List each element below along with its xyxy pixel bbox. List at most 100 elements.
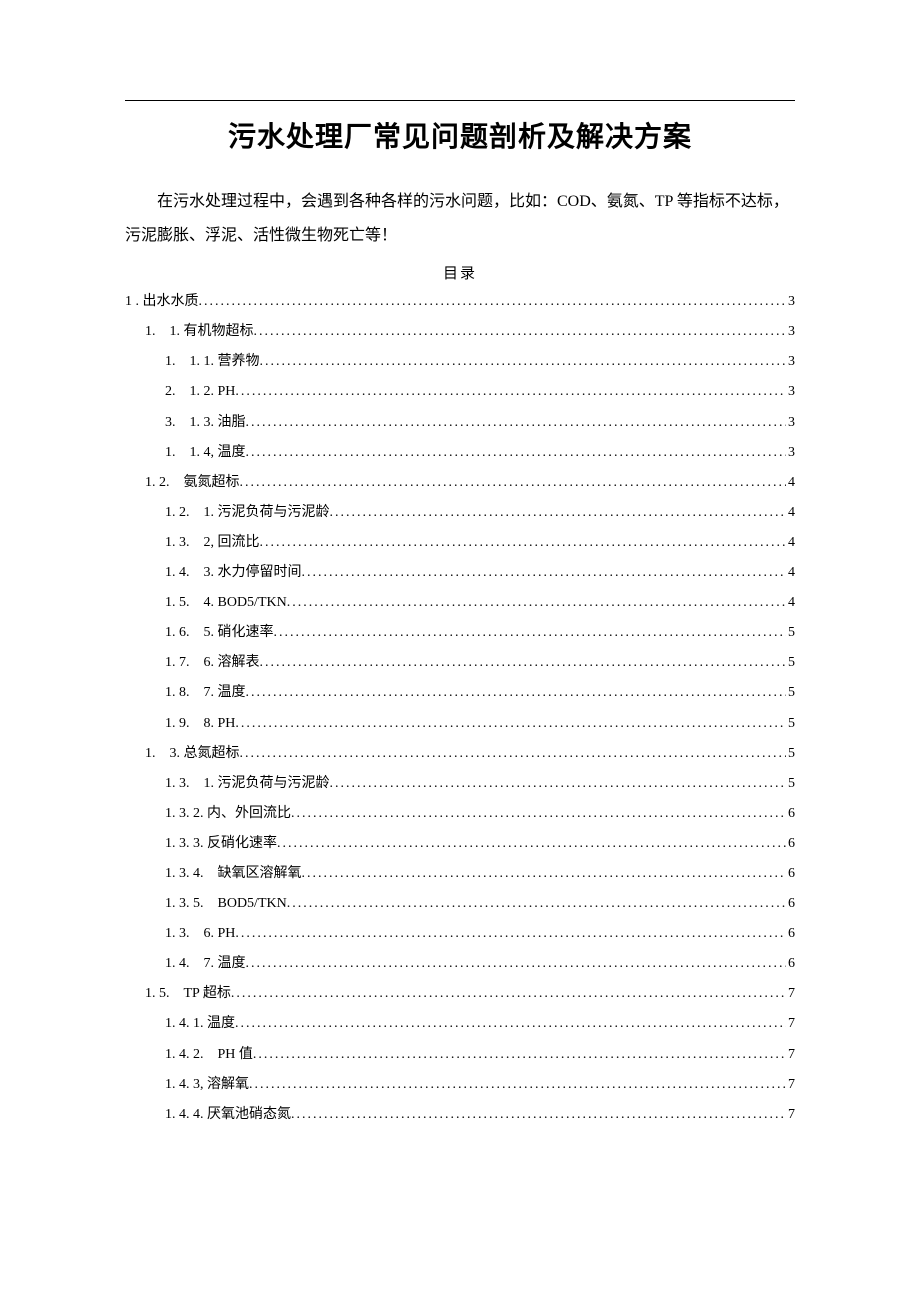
toc-entry: 1. 1. 1. 营养物 3 (125, 347, 795, 377)
toc-entry: 1. 3. 1. 污泥负荷与污泥龄 5 (125, 769, 795, 799)
toc-entry: 1. 4. 3, 溶解氧 7 (125, 1070, 795, 1100)
toc-entry-label: 1. 3. 6. PH (125, 919, 235, 949)
toc-entry-label: 1. 4. 1. 温度 (125, 1009, 235, 1039)
toc-entry-label: 1. 5. 4. BOD5/TKN (125, 588, 287, 618)
toc-entry-page: 4 (786, 498, 795, 528)
toc-entry-page: 5 (786, 618, 795, 648)
toc-leader-dots (235, 1009, 786, 1039)
toc-leader-dots (199, 287, 787, 317)
toc-leader-dots (253, 1040, 786, 1070)
toc-entry-page: 3 (786, 438, 795, 468)
toc-entry: 1. 4. 3. 水力停留时间 4 (125, 558, 795, 588)
toc-entry-page: 4 (786, 528, 795, 558)
toc-entry-page: 4 (786, 468, 795, 498)
toc-leader-dots (246, 678, 787, 708)
toc-entry-label: 1. 1. 4, 温度 (125, 438, 246, 468)
toc-entry-label: 2. 1. 2. PH (125, 377, 235, 407)
toc-entry: 1. 3. 2, 回流比 4 (125, 528, 795, 558)
toc-entry: 2. 1. 2. PH 3 (125, 377, 795, 407)
toc-entry-page: 6 (786, 829, 795, 859)
toc-entry-page: 5 (786, 739, 795, 769)
toc-entry: 1. 6. 5. 硝化速率 5 (125, 618, 795, 648)
toc-entry-page: 6 (786, 799, 795, 829)
toc-entry-page: 3 (786, 377, 795, 407)
toc-entry: 1. 4. 4. 厌氧池硝态氮 7 (125, 1100, 795, 1130)
toc-leader-dots (302, 859, 787, 889)
toc-leader-dots (287, 588, 786, 618)
toc-entry-label: 1. 1. 1. 营养物 (125, 347, 260, 377)
toc-leader-dots (287, 889, 786, 919)
toc-entry-label: 1. 3. 1. 污泥负荷与污泥龄 (125, 769, 330, 799)
toc-entry-page: 7 (786, 1040, 795, 1070)
toc-entry-label: 1. 5. TP 超标 (125, 979, 231, 1009)
horizontal-rule (125, 100, 795, 101)
toc-entry-page: 3 (786, 287, 795, 317)
toc-entry-label: 1. 4. 4. 厌氧池硝态氮 (125, 1100, 291, 1130)
toc-entry-page: 3 (786, 317, 795, 347)
toc-leader-dots (235, 709, 786, 739)
toc-leader-dots (240, 468, 787, 498)
toc-entry-label: 1. 4. 3, 溶解氧 (125, 1070, 249, 1100)
toc-entry-label: 1. 4. 3. 水力停留时间 (125, 558, 302, 588)
toc-entry: 1. 1. 4, 温度 3 (125, 438, 795, 468)
toc-entry-page: 6 (786, 889, 795, 919)
toc-entry: 1. 4. 1. 温度 7 (125, 1009, 795, 1039)
page-title: 污水处理厂常见问题剖析及解决方案 (125, 115, 795, 155)
toc-leader-dots (330, 769, 787, 799)
toc-entry-page: 7 (786, 979, 795, 1009)
toc-leader-dots (302, 558, 787, 588)
intro-paragraph: 在污水处理过程中，会遇到各种各样的污水问题，比如：COD、氨氮、TP 等指标不达… (125, 185, 795, 252)
toc-leader-dots (235, 377, 786, 407)
toc-entry: 3. 1. 3. 油脂 3 (125, 408, 795, 438)
toc-entry-page: 5 (786, 709, 795, 739)
toc-entry: 1. 1. 有机物超标 3 (125, 317, 795, 347)
toc-entry-page: 5 (786, 648, 795, 678)
toc-leader-dots (277, 829, 786, 859)
toc-entry: 1. 3. 4. 缺氧区溶解氧 6 (125, 859, 795, 889)
toc-entry: 1. 5. 4. BOD5/TKN 4 (125, 588, 795, 618)
toc-entry: 1. 3. 3. 反硝化速率 6 (125, 829, 795, 859)
toc-leader-dots (240, 739, 787, 769)
toc-leader-dots (246, 408, 787, 438)
toc-leader-dots (291, 799, 786, 829)
toc-entry: 1. 2. 1. 污泥负荷与污泥龄 4 (125, 498, 795, 528)
toc-entry: 1. 3. 总氮超标 5 (125, 739, 795, 769)
toc-entry-label: 1. 6. 5. 硝化速率 (125, 618, 274, 648)
toc-entry: 1 . 出水水质 3 (125, 287, 795, 317)
toc-entry-page: 7 (786, 1009, 795, 1039)
toc-entry: 1. 3. 5. BOD5/TKN 6 (125, 889, 795, 919)
toc-entry-label: 3. 1. 3. 油脂 (125, 408, 246, 438)
toc-entry-page: 5 (786, 769, 795, 799)
toc-entry-page: 5 (786, 678, 795, 708)
toc-entry: 1. 4. 2. PH 值 7 (125, 1040, 795, 1070)
toc-entry-label: 1. 4. 7. 温度 (125, 949, 246, 979)
toc-entry-page: 4 (786, 558, 795, 588)
toc-entry-label: 1. 1. 有机物超标 (125, 317, 254, 347)
toc-entry-label: 1. 3. 3. 反硝化速率 (125, 829, 277, 859)
toc-leader-dots (291, 1100, 786, 1130)
toc-entry-label: 1. 3. 2. 内、外回流比 (125, 799, 291, 829)
toc-leader-dots (246, 438, 787, 468)
toc-entry-page: 3 (786, 408, 795, 438)
toc-entry: 1. 3. 6. PH 6 (125, 919, 795, 949)
toc-entry-label: 1. 9. 8. PH (125, 709, 235, 739)
toc-leader-dots (260, 648, 787, 678)
toc-leader-dots (249, 1070, 786, 1100)
toc-entry-label: 1. 8. 7. 温度 (125, 678, 246, 708)
toc-leader-dots (235, 919, 786, 949)
toc-entry-label: 1. 3. 总氮超标 (125, 739, 240, 769)
toc-entry: 1. 7. 6. 溶解表 5 (125, 648, 795, 678)
toc-entry-label: 1. 3. 5. BOD5/TKN (125, 889, 287, 919)
toc-entry: 1. 2. 氨氮超标 4 (125, 468, 795, 498)
toc-entry: 1. 4. 7. 温度 6 (125, 949, 795, 979)
toc-entry-label: 1 . 出水水质 (125, 287, 199, 317)
toc-entry-page: 7 (786, 1100, 795, 1130)
toc-entry-page: 3 (786, 347, 795, 377)
table-of-contents: 1 . 出水水质 31. 1. 有机物超标 31. 1. 1. 营养物 32. … (125, 287, 795, 1130)
toc-leader-dots (260, 347, 787, 377)
toc-leader-dots (274, 618, 787, 648)
toc-entry: 1. 3. 2. 内、外回流比 6 (125, 799, 795, 829)
toc-entry-label: 1. 2. 氨氮超标 (125, 468, 240, 498)
toc-leader-dots (330, 498, 787, 528)
toc-entry-page: 6 (786, 919, 795, 949)
